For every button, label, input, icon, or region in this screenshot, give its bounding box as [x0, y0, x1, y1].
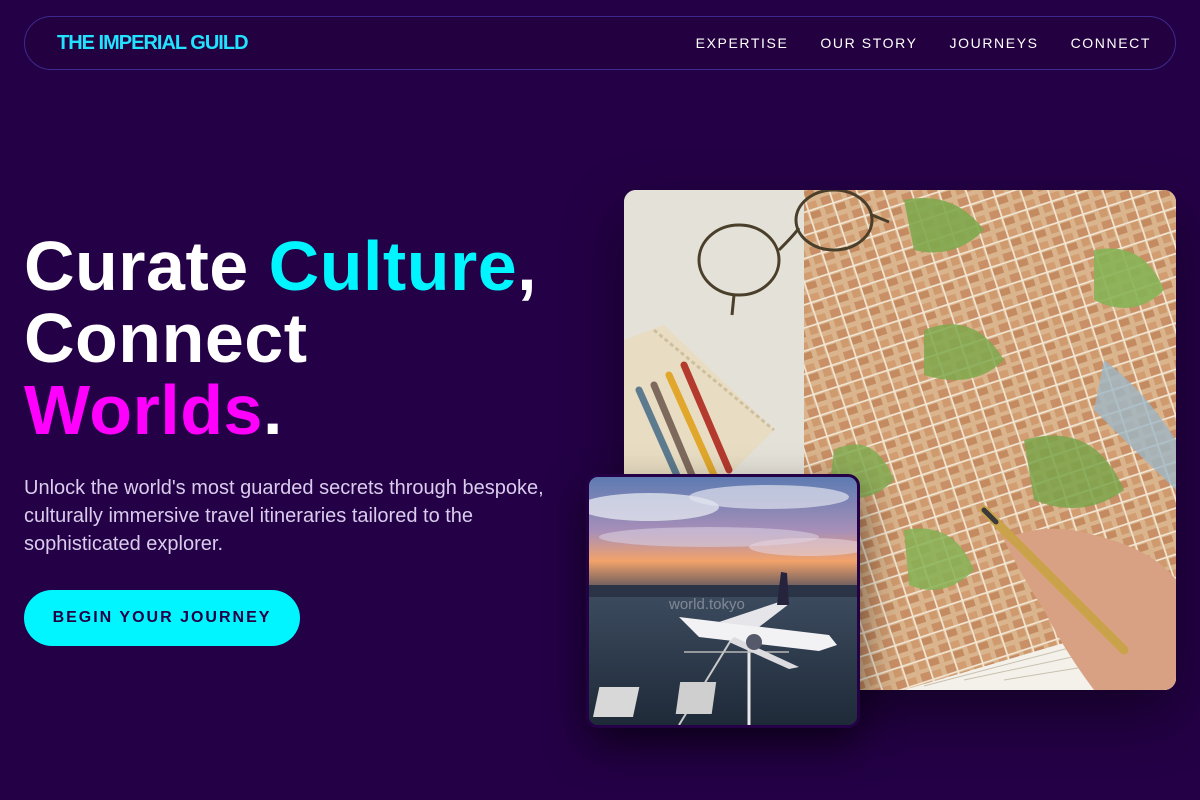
nav-link-expertise[interactable]: EXPERTISE — [696, 35, 789, 51]
nav-link-journeys[interactable]: JOURNEYS — [950, 35, 1039, 51]
nav-link-our-story[interactable]: OUR STORY — [820, 35, 917, 51]
brand-logo[interactable]: THE IMPERIAL GUILD — [57, 32, 249, 55]
headline-text-connect: Connect — [24, 299, 308, 377]
headline-accent-culture: Culture — [268, 227, 518, 305]
headline-comma: , — [517, 227, 538, 305]
hero-headline: Curate Culture, Connect Worlds. — [24, 230, 537, 446]
top-navigation: THE IMPERIAL GUILD EXPERTISE OUR STORY J… — [24, 16, 1176, 70]
airplane-at-sunset-photo: world.tokyo — [586, 474, 860, 728]
headline-accent-worlds: Worlds — [24, 371, 263, 449]
nav-links: EXPERTISE OUR STORY JOURNEYS CONNECT — [696, 35, 1151, 51]
plane-watermark: world.tokyo — [668, 596, 745, 613]
hero-subtext: Unlock the world's most guarded secrets … — [24, 477, 544, 555]
headline-text-curate: Curate — [24, 227, 269, 305]
begin-journey-button[interactable]: BEGIN YOUR JOURNEY — [24, 590, 300, 646]
nav-link-connect[interactable]: CONNECT — [1071, 35, 1151, 51]
headline-period: . — [262, 371, 283, 449]
